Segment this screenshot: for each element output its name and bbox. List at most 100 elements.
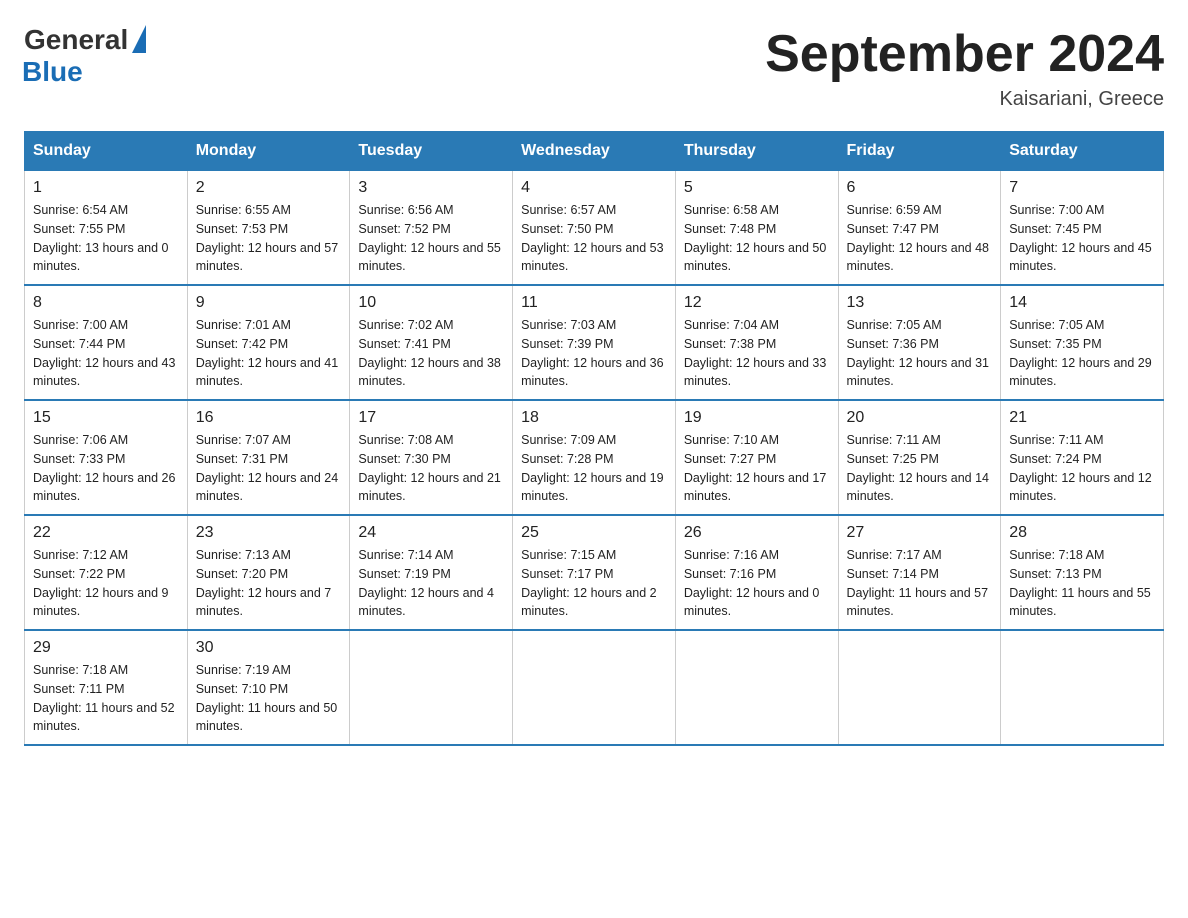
day-info: Sunrise: 7:18 AMSunset: 7:11 PMDaylight:… [33,661,179,736]
table-row: 19 Sunrise: 7:10 AMSunset: 7:27 PMDaylig… [675,400,838,515]
table-row: 3 Sunrise: 6:56 AMSunset: 7:52 PMDayligh… [350,171,513,286]
day-number: 24 [358,524,504,542]
table-row: 9 Sunrise: 7:01 AMSunset: 7:42 PMDayligh… [187,285,350,400]
table-row: 4 Sunrise: 6:57 AMSunset: 7:50 PMDayligh… [513,171,676,286]
week-row-1: 1 Sunrise: 6:54 AMSunset: 7:55 PMDayligh… [25,171,1164,286]
day-info: Sunrise: 6:58 AMSunset: 7:48 PMDaylight:… [684,201,830,276]
day-number: 8 [33,294,179,312]
day-info: Sunrise: 7:04 AMSunset: 7:38 PMDaylight:… [684,316,830,391]
day-info: Sunrise: 7:01 AMSunset: 7:42 PMDaylight:… [196,316,342,391]
day-number: 29 [33,639,179,657]
day-info: Sunrise: 7:09 AMSunset: 7:28 PMDaylight:… [521,431,667,506]
day-info: Sunrise: 6:59 AMSunset: 7:47 PMDaylight:… [847,201,993,276]
day-info: Sunrise: 7:05 AMSunset: 7:36 PMDaylight:… [847,316,993,391]
day-number: 2 [196,179,342,197]
day-number: 21 [1009,409,1155,427]
day-info: Sunrise: 7:03 AMSunset: 7:39 PMDaylight:… [521,316,667,391]
col-sunday: Sunday [25,132,188,171]
day-info: Sunrise: 7:07 AMSunset: 7:31 PMDaylight:… [196,431,342,506]
day-number: 11 [521,294,667,312]
table-row: 11 Sunrise: 7:03 AMSunset: 7:39 PMDaylig… [513,285,676,400]
table-row: 16 Sunrise: 7:07 AMSunset: 7:31 PMDaylig… [187,400,350,515]
logo: General Blue [24,24,146,88]
day-number: 26 [684,524,830,542]
table-row [350,630,513,745]
table-row: 2 Sunrise: 6:55 AMSunset: 7:53 PMDayligh… [187,171,350,286]
day-number: 10 [358,294,504,312]
table-row [1001,630,1164,745]
col-tuesday: Tuesday [350,132,513,171]
week-row-4: 22 Sunrise: 7:12 AMSunset: 7:22 PMDaylig… [25,515,1164,630]
table-row: 30 Sunrise: 7:19 AMSunset: 7:10 PMDaylig… [187,630,350,745]
day-number: 1 [33,179,179,197]
table-row: 21 Sunrise: 7:11 AMSunset: 7:24 PMDaylig… [1001,400,1164,515]
table-row: 18 Sunrise: 7:09 AMSunset: 7:28 PMDaylig… [513,400,676,515]
day-number: 25 [521,524,667,542]
header-row: Sunday Monday Tuesday Wednesday Thursday… [25,132,1164,171]
day-number: 14 [1009,294,1155,312]
calendar-table: Sunday Monday Tuesday Wednesday Thursday… [24,131,1164,746]
week-row-3: 15 Sunrise: 7:06 AMSunset: 7:33 PMDaylig… [25,400,1164,515]
day-info: Sunrise: 6:56 AMSunset: 7:52 PMDaylight:… [358,201,504,276]
table-row: 27 Sunrise: 7:17 AMSunset: 7:14 PMDaylig… [838,515,1001,630]
day-info: Sunrise: 7:13 AMSunset: 7:20 PMDaylight:… [196,546,342,621]
week-row-5: 29 Sunrise: 7:18 AMSunset: 7:11 PMDaylig… [25,630,1164,745]
day-number: 28 [1009,524,1155,542]
table-row: 23 Sunrise: 7:13 AMSunset: 7:20 PMDaylig… [187,515,350,630]
day-number: 30 [196,639,342,657]
table-row: 6 Sunrise: 6:59 AMSunset: 7:47 PMDayligh… [838,171,1001,286]
table-row: 29 Sunrise: 7:18 AMSunset: 7:11 PMDaylig… [25,630,188,745]
day-number: 9 [196,294,342,312]
table-row [513,630,676,745]
table-row: 13 Sunrise: 7:05 AMSunset: 7:36 PMDaylig… [838,285,1001,400]
day-number: 23 [196,524,342,542]
day-info: Sunrise: 7:17 AMSunset: 7:14 PMDaylight:… [847,546,993,621]
table-row: 22 Sunrise: 7:12 AMSunset: 7:22 PMDaylig… [25,515,188,630]
logo-triangle-icon [132,25,146,53]
table-row: 26 Sunrise: 7:16 AMSunset: 7:16 PMDaylig… [675,515,838,630]
day-info: Sunrise: 7:16 AMSunset: 7:16 PMDaylight:… [684,546,830,621]
day-info: Sunrise: 7:14 AMSunset: 7:19 PMDaylight:… [358,546,504,621]
day-number: 16 [196,409,342,427]
day-info: Sunrise: 6:55 AMSunset: 7:53 PMDaylight:… [196,201,342,276]
day-number: 15 [33,409,179,427]
day-number: 12 [684,294,830,312]
day-info: Sunrise: 7:11 AMSunset: 7:25 PMDaylight:… [847,431,993,506]
day-info: Sunrise: 6:57 AMSunset: 7:50 PMDaylight:… [521,201,667,276]
day-info: Sunrise: 7:08 AMSunset: 7:30 PMDaylight:… [358,431,504,506]
table-row: 7 Sunrise: 7:00 AMSunset: 7:45 PMDayligh… [1001,171,1164,286]
day-number: 22 [33,524,179,542]
table-row [838,630,1001,745]
day-info: Sunrise: 7:19 AMSunset: 7:10 PMDaylight:… [196,661,342,736]
table-row [675,630,838,745]
table-row: 12 Sunrise: 7:04 AMSunset: 7:38 PMDaylig… [675,285,838,400]
table-row: 24 Sunrise: 7:14 AMSunset: 7:19 PMDaylig… [350,515,513,630]
col-friday: Friday [838,132,1001,171]
day-info: Sunrise: 7:12 AMSunset: 7:22 PMDaylight:… [33,546,179,621]
day-info: Sunrise: 7:18 AMSunset: 7:13 PMDaylight:… [1009,546,1155,621]
month-title: September 2024 [765,24,1164,84]
day-info: Sunrise: 7:05 AMSunset: 7:35 PMDaylight:… [1009,316,1155,391]
logo-blue-text: Blue [22,56,83,88]
table-row: 17 Sunrise: 7:08 AMSunset: 7:30 PMDaylig… [350,400,513,515]
table-row: 10 Sunrise: 7:02 AMSunset: 7:41 PMDaylig… [350,285,513,400]
table-row: 1 Sunrise: 6:54 AMSunset: 7:55 PMDayligh… [25,171,188,286]
day-number: 20 [847,409,993,427]
week-row-2: 8 Sunrise: 7:00 AMSunset: 7:44 PMDayligh… [25,285,1164,400]
col-saturday: Saturday [1001,132,1164,171]
day-info: Sunrise: 6:54 AMSunset: 7:55 PMDaylight:… [33,201,179,276]
day-info: Sunrise: 7:15 AMSunset: 7:17 PMDaylight:… [521,546,667,621]
day-number: 7 [1009,179,1155,197]
day-number: 3 [358,179,504,197]
day-number: 13 [847,294,993,312]
col-thursday: Thursday [675,132,838,171]
day-number: 18 [521,409,667,427]
day-number: 19 [684,409,830,427]
day-info: Sunrise: 7:11 AMSunset: 7:24 PMDaylight:… [1009,431,1155,506]
day-number: 6 [847,179,993,197]
day-number: 27 [847,524,993,542]
day-info: Sunrise: 7:06 AMSunset: 7:33 PMDaylight:… [33,431,179,506]
logo-general-text: General [24,24,128,56]
day-number: 4 [521,179,667,197]
table-row: 15 Sunrise: 7:06 AMSunset: 7:33 PMDaylig… [25,400,188,515]
